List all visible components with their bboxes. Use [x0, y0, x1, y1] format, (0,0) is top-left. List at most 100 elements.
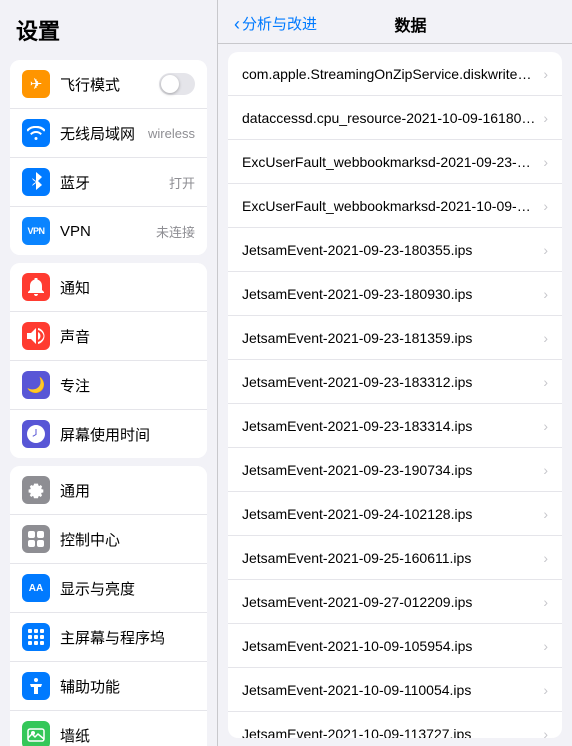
display-icon: AA: [22, 574, 50, 602]
airplane-icon: ✈: [22, 70, 50, 98]
file-chevron-icon: ›: [543, 638, 548, 654]
sidebar-item-homescreen[interactable]: 主屏幕与程序坞: [10, 613, 207, 662]
file-chevron-icon: ›: [543, 462, 548, 478]
wifi-label: 无线局域网: [60, 123, 144, 144]
back-label: 分析与改进: [242, 13, 317, 34]
file-chevron-icon: ›: [543, 286, 548, 302]
file-item[interactable]: JetsamEvent-2021-09-23-180355.ips ›: [228, 228, 562, 272]
sidebar-section-connectivity: ✈ 飞行模式 无线局域网 wireless 蓝牙 打开: [10, 60, 207, 255]
file-item[interactable]: JetsamEvent-2021-10-09-105954.ips ›: [228, 624, 562, 668]
file-item[interactable]: JetsamEvent-2021-09-25-160611.ips ›: [228, 536, 562, 580]
file-item[interactable]: JetsamEvent-2021-10-09-113727.ips ›: [228, 712, 562, 738]
sidebar-item-wallpaper[interactable]: 墙纸: [10, 711, 207, 746]
file-chevron-icon: ›: [543, 242, 548, 258]
wifi-value: wireless: [148, 126, 195, 141]
screentime-label: 屏幕使用时间: [60, 424, 195, 445]
file-item[interactable]: JetsamEvent-2021-10-09-110054.ips ›: [228, 668, 562, 712]
file-chevron-icon: ›: [543, 154, 548, 170]
bluetooth-label: 蓝牙: [60, 172, 165, 193]
file-name: JetsamEvent-2021-09-27-012209.ips: [242, 594, 537, 610]
sidebar-title: 设置: [0, 0, 217, 52]
sidebar-item-controlcenter[interactable]: 控制中心: [10, 515, 207, 564]
file-name: JetsamEvent-2021-10-09-113727.ips: [242, 726, 537, 739]
file-item[interactable]: JetsamEvent-2021-09-23-183314.ips ›: [228, 404, 562, 448]
sidebar-item-focus[interactable]: 🌙 专注: [10, 361, 207, 410]
file-name: JetsamEvent-2021-09-23-181359.ips: [242, 330, 537, 346]
file-chevron-icon: ›: [543, 110, 548, 126]
file-name: dataccessd.cpu_resource-2021-10-09-16180…: [242, 110, 537, 126]
airplane-toggle[interactable]: [159, 73, 195, 95]
sidebar-item-display[interactable]: AA 显示与亮度: [10, 564, 207, 613]
file-name: JetsamEvent-2021-10-09-105954.ips: [242, 638, 537, 654]
file-item[interactable]: JetsamEvent-2021-09-23-181359.ips ›: [228, 316, 562, 360]
file-item[interactable]: dataccessd.cpu_resource-2021-10-09-16180…: [228, 96, 562, 140]
accessibility-label: 辅助功能: [60, 676, 195, 697]
sound-label: 声音: [60, 326, 195, 347]
general-icon: [22, 476, 50, 504]
file-name: JetsamEvent-2021-09-23-180355.ips: [242, 242, 537, 258]
bluetooth-icon: [22, 168, 50, 196]
file-item[interactable]: com.apple.StreamingOnZipService.diskwrit…: [228, 52, 562, 96]
file-chevron-icon: ›: [543, 198, 548, 214]
file-name: ExcUserFault_webbookmarksd-2021-09-23-18…: [242, 154, 537, 170]
file-name: JetsamEvent-2021-09-23-183312.ips: [242, 374, 537, 390]
sidebar-item-accessibility[interactable]: 辅助功能: [10, 662, 207, 711]
display-label: 显示与亮度: [60, 578, 195, 599]
sidebar-item-airplane[interactable]: ✈ 飞行模式: [10, 60, 207, 109]
wifi-icon: [22, 119, 50, 147]
back-chevron-icon: ‹: [234, 15, 240, 33]
airplane-label: 飞行模式: [60, 74, 159, 95]
panel-title: 数据: [325, 12, 496, 36]
sound-icon: [22, 322, 50, 350]
wallpaper-icon: [22, 721, 50, 746]
file-name: JetsamEvent-2021-09-23-180930.ips: [242, 286, 537, 302]
file-chevron-icon: ›: [543, 726, 548, 739]
file-item[interactable]: ExcUserFault_webbookmarksd-2021-09-23-18…: [228, 140, 562, 184]
general-label: 通用: [60, 480, 195, 501]
file-chevron-icon: ›: [543, 418, 548, 434]
vpn-label: VPN: [60, 223, 152, 240]
file-item[interactable]: JetsamEvent-2021-09-23-190734.ips ›: [228, 448, 562, 492]
file-item[interactable]: JetsamEvent-2021-09-23-183312.ips ›: [228, 360, 562, 404]
file-chevron-icon: ›: [543, 682, 548, 698]
file-item[interactable]: JetsamEvent-2021-09-27-012209.ips ›: [228, 580, 562, 624]
sidebar-item-notification[interactable]: 通知: [10, 263, 207, 312]
sidebar-item-general[interactable]: 通用: [10, 466, 207, 515]
file-name: JetsamEvent-2021-09-25-160611.ips: [242, 550, 537, 566]
file-item[interactable]: JetsamEvent-2021-09-24-102128.ips ›: [228, 492, 562, 536]
sidebar-item-sound[interactable]: 声音: [10, 312, 207, 361]
file-name: JetsamEvent-2021-09-24-102128.ips: [242, 506, 537, 522]
right-header: ‹ 分析与改进 数据: [218, 0, 572, 44]
sidebar-item-wifi[interactable]: 无线局域网 wireless: [10, 109, 207, 158]
controlcenter-icon: [22, 525, 50, 553]
sidebar-item-screentime[interactable]: 屏幕使用时间: [10, 410, 207, 458]
homescreen-icon: [22, 623, 50, 651]
sidebar-section-notifications: 通知 声音 🌙 专注 屏幕使用时间: [10, 263, 207, 458]
file-item[interactable]: JetsamEvent-2021-09-23-180930.ips ›: [228, 272, 562, 316]
file-name: JetsamEvent-2021-09-23-190734.ips: [242, 462, 537, 478]
file-name: JetsamEvent-2021-09-23-183314.ips: [242, 418, 537, 434]
bluetooth-value: 打开: [169, 173, 195, 192]
file-chevron-icon: ›: [543, 506, 548, 522]
vpn-value: 未连接: [156, 222, 195, 241]
vpn-icon: VPN: [22, 217, 50, 245]
file-chevron-icon: ›: [543, 550, 548, 566]
file-name: com.apple.StreamingOnZipService.diskwrit…: [242, 66, 537, 82]
right-panel: ‹ 分析与改进 数据 com.apple.StreamingOnZipServi…: [218, 0, 572, 746]
file-chevron-icon: ›: [543, 594, 548, 610]
accessibility-icon: [22, 672, 50, 700]
notification-icon: [22, 273, 50, 301]
file-item[interactable]: ExcUserFault_webbookmarksd-2021-10-09-16…: [228, 184, 562, 228]
controlcenter-label: 控制中心: [60, 529, 195, 550]
back-button[interactable]: ‹ 分析与改进: [234, 13, 317, 34]
notification-label: 通知: [60, 277, 195, 298]
sidebar: 设置 ✈ 飞行模式 无线局域网 wireless: [0, 0, 218, 746]
file-list: com.apple.StreamingOnZipService.diskwrit…: [228, 52, 562, 738]
file-name: ExcUserFault_webbookmarksd-2021-10-09-16…: [242, 198, 537, 214]
wallpaper-label: 墙纸: [60, 725, 195, 746]
sidebar-section-general: 通用 控制中心 AA 显示与亮度: [10, 466, 207, 746]
sidebar-item-bluetooth[interactable]: 蓝牙 打开: [10, 158, 207, 207]
screentime-icon: [22, 420, 50, 448]
sidebar-item-vpn[interactable]: VPN VPN 未连接: [10, 207, 207, 255]
file-chevron-icon: ›: [543, 330, 548, 346]
